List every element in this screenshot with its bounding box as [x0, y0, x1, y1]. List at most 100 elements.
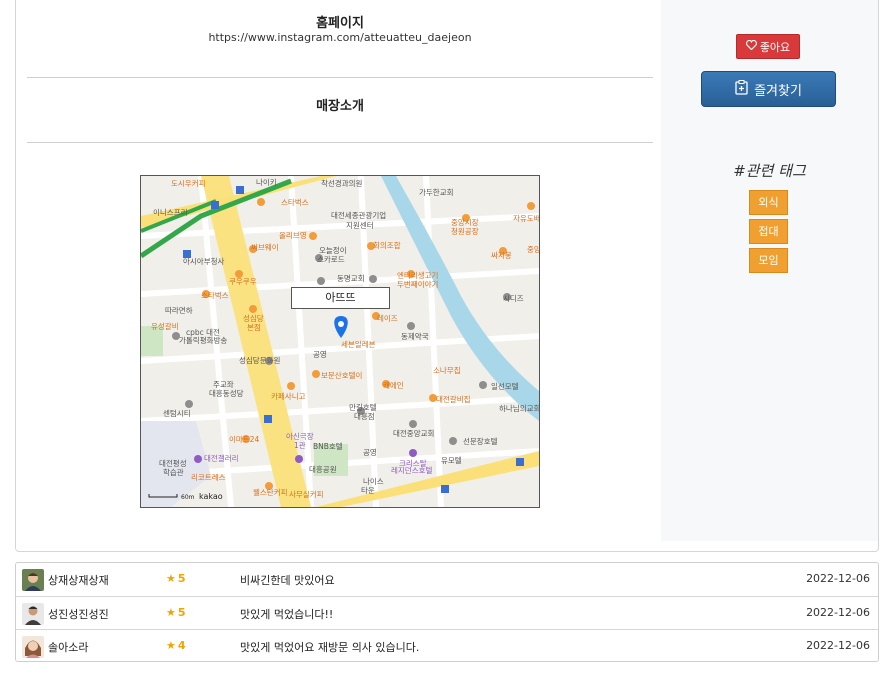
svg-text:중앙: 중앙 — [527, 244, 539, 254]
review-row: 솔아소라 ★ 4 맛있게 먹었어요 재방문 의사 있습니다. 2022-12-06 — [16, 629, 878, 662]
favorite-label: 즐겨찾기 — [754, 83, 802, 99]
map-brand: kakao — [199, 492, 223, 501]
svg-text:나이스: 나이스 — [363, 476, 384, 486]
svg-text:올리브영: 올리브영 — [279, 230, 307, 240]
svg-text:세븐일레븐: 세븐일레븐 — [341, 340, 376, 349]
svg-text:공영: 공영 — [313, 349, 327, 359]
star-icon: ★ — [166, 606, 176, 619]
review-text: 비싸긴한데 맛있어요 — [240, 574, 335, 587]
svg-text:대전세종관광기업: 대전세종관광기업 — [331, 210, 386, 220]
svg-text:대흥점: 대흥점 — [354, 411, 375, 421]
svg-text:중앙시장: 중앙시장 — [451, 217, 479, 227]
review-row: 상재상재상재 ★ 5 비싸긴한데 맛있어요 2022-12-06 — [16, 563, 878, 596]
svg-text:본점: 본점 — [247, 322, 261, 332]
review-date: 2022-12-06 — [806, 572, 870, 585]
svg-text:오늘정이: 오늘정이 — [319, 245, 347, 255]
review-text: 맛있게 먹었습니다!! — [240, 608, 334, 621]
homepage-title: 홈페이지 — [316, 16, 364, 31]
review-rating: ★ 4 — [166, 639, 186, 652]
avatar — [22, 569, 44, 591]
svg-text:일선모텔: 일선모텔 — [491, 382, 519, 391]
review-date: 2022-12-06 — [806, 639, 870, 652]
review-rating: ★ 5 — [166, 606, 186, 619]
svg-text:선문장호텔: 선문장호텔 — [463, 436, 498, 446]
svg-text:성심당: 성심당 — [243, 313, 264, 323]
clipboard-plus-icon — [735, 79, 748, 99]
svg-text:대전중앙교회: 대전중앙교회 — [393, 428, 434, 438]
review-row: 성진성진성진 ★ 5 맛있게 먹었습니다!! 2022-12-06 — [16, 596, 878, 629]
divider — [27, 77, 653, 78]
review-list: 상재상재상재 ★ 5 비싸긴한데 맛있어요 2022-12-06 성진성진성진 ★… — [15, 562, 879, 662]
tag-item[interactable]: 외식 — [749, 190, 788, 215]
svg-text:나이키: 나이키 — [256, 177, 277, 187]
favorite-button[interactable]: 즐겨찾기 — [701, 71, 836, 107]
svg-text:성심당문화원: 성심당문화원 — [239, 355, 280, 365]
svg-text:이마트24: 이마트24 — [229, 434, 259, 444]
reviewer-name: 성진성진성진 — [48, 608, 109, 621]
svg-text:타운: 타운 — [361, 486, 375, 495]
review-date: 2022-12-06 — [806, 606, 870, 619]
svg-text:청원공장: 청원공장 — [451, 226, 479, 236]
svg-text:시디즈: 시디즈 — [503, 294, 524, 303]
tag-item[interactable]: 접대 — [749, 219, 788, 244]
svg-text:대전갈비집: 대전갈비집 — [436, 394, 471, 404]
avatar — [22, 636, 44, 658]
store-map[interactable]: 도시우커피 나이키 착선경과의원 가두한교회 스타벅스 대전세종관광기업 지원센… — [140, 175, 540, 508]
map-scale-label: 60m — [181, 494, 195, 501]
svg-text:주교좌: 주교좌 — [213, 380, 234, 389]
svg-text:싸지봉: 싸지봉 — [491, 250, 512, 260]
svg-text:두번째이야기: 두번째이야기 — [397, 279, 438, 289]
svg-text:대전갤러리: 대전갤러리 — [204, 453, 239, 463]
svg-text:스카로드: 스카로드 — [317, 255, 345, 264]
svg-text:아시아부청사: 아시아부청사 — [183, 256, 224, 266]
svg-text:스타벅스: 스타벅스 — [201, 290, 229, 300]
svg-text:만길호텔: 만길호텔 — [349, 403, 377, 412]
heart-icon — [745, 39, 757, 53]
svg-text:소나무집: 소나무집 — [433, 365, 461, 375]
homepage-link[interactable]: https://www.instagram.com/atteuatteu_dae… — [27, 31, 653, 44]
svg-text:학습관: 학습관 — [163, 467, 184, 477]
svg-text:스타벅스: 스타벅스 — [281, 197, 309, 207]
svg-text:사무실커피: 사무실커피 — [289, 489, 324, 499]
store-intro-title: 매장소개 — [316, 99, 364, 114]
svg-text:자유도배: 자유도배 — [513, 214, 539, 223]
svg-text:착선경과의원: 착선경과의원 — [321, 178, 362, 188]
svg-text:유모텔: 유모텔 — [441, 456, 462, 465]
svg-text:레지던스호텔: 레지던스호텔 — [391, 465, 432, 475]
svg-text:대흥동성당: 대흥동성당 — [209, 388, 244, 398]
svg-text:웰스탄커피: 웰스탄커피 — [253, 487, 288, 497]
svg-text:유성갈비: 유성갈비 — [151, 322, 179, 331]
like-label: 좋아요 — [759, 40, 791, 54]
svg-text:회의조합: 회의조합 — [373, 240, 401, 250]
svg-text:지원센터: 지원센터 — [346, 220, 374, 230]
like-button[interactable]: 좋아요 — [736, 34, 800, 59]
svg-text:공영: 공영 — [363, 447, 377, 457]
svg-text:이니스프리: 이니스프리 — [153, 207, 188, 217]
avatar — [22, 603, 44, 625]
svg-text:동제약국: 동제약국 — [401, 331, 429, 341]
svg-text:대전평성: 대전평성 — [159, 458, 187, 468]
svg-text:가톨릭평화방송: 가톨릭평화방송 — [179, 335, 227, 345]
svg-text:1관: 1관 — [294, 440, 306, 450]
reviewer-name: 솔아소라 — [48, 641, 89, 654]
svg-text:카페사니고: 카페사니고 — [271, 391, 306, 401]
review-rating: ★ 5 — [166, 572, 186, 585]
svg-text:써브웨이: 써브웨이 — [251, 242, 279, 252]
map-marker-label: 아뜨뜨 — [291, 287, 390, 309]
svg-text:캐에인: 캐에인 — [383, 380, 404, 390]
review-text: 맛있게 먹었어요 재방문 의사 있습니다. — [240, 641, 420, 654]
svg-text:센텀시티: 센텀시티 — [163, 408, 191, 418]
reviewer-name: 상재상재상재 — [48, 574, 109, 587]
svg-text:대흥공원: 대흥공원 — [309, 464, 337, 474]
svg-text:BNB호텔: BNB호텔 — [313, 442, 343, 451]
svg-text:따라면하: 따라면하 — [165, 305, 193, 315]
svg-text:가두한교회: 가두한교회 — [419, 188, 454, 197]
star-icon: ★ — [166, 572, 176, 585]
svg-text:도시우커피: 도시우커피 — [171, 179, 206, 188]
svg-text:데이즈: 데이즈 — [377, 313, 398, 323]
svg-text:리코트레스: 리코트레스 — [191, 473, 226, 482]
tag-item[interactable]: 모임 — [749, 248, 788, 273]
svg-text:보문산호텔이: 보문산호텔이 — [321, 370, 362, 380]
star-icon: ★ — [166, 639, 176, 652]
svg-text:하나님의교회: 하나님의교회 — [499, 403, 539, 413]
